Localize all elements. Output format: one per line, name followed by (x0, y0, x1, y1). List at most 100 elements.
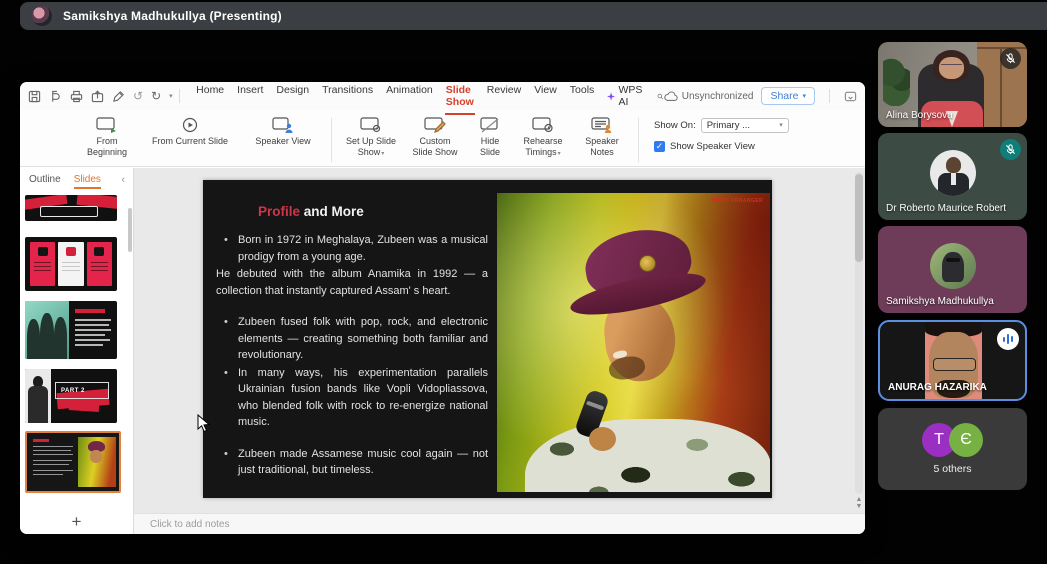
sync-status-label: Unsynchronized (682, 91, 754, 102)
participant-tile-roberto[interactable]: Dr Roberto Maurice Robert (878, 133, 1027, 220)
divider (331, 118, 332, 162)
share-label: Share (770, 90, 798, 102)
hat-badge-shape (639, 255, 656, 272)
plant-shape (883, 58, 910, 106)
notes-pane[interactable]: Click to add notes (134, 513, 865, 534)
participant-tile-others[interactable]: T Є 5 others (878, 408, 1027, 490)
add-slide-button[interactable]: + (72, 513, 82, 530)
scroll-up-icon[interactable]: ▲ (855, 496, 863, 503)
set-up-slide-show-label: Set Up Slide Show▾ (345, 136, 397, 159)
menu-slide-show[interactable]: Slide Show (445, 84, 475, 108)
participant-name: ANURAG HAZARIKA (888, 382, 987, 393)
hide-slide-label: Hide Slide (473, 136, 507, 159)
menu-view[interactable]: View (533, 84, 558, 108)
slides-panel: Outline Slides ‹ (20, 168, 134, 534)
menu-transitions[interactable]: Transitions (321, 84, 374, 108)
speaker-view-label: Speaker View (248, 136, 318, 147)
speaker-notes-label: Speaker Notes (579, 136, 625, 159)
share-button[interactable]: Share ▾ (761, 87, 815, 105)
dropdown-chevron-icon: ▾ (558, 151, 561, 157)
slide-title-rest: and More (300, 204, 364, 219)
mouse-cursor (197, 414, 210, 433)
menu-design[interactable]: Design (275, 84, 310, 108)
patterned-shirt-shape (525, 419, 770, 492)
photo-watermark: MUSIC ARRANGER (711, 198, 763, 204)
mini-photo-shape (78, 437, 116, 487)
tab-slides[interactable]: Slides (74, 174, 101, 185)
from-beginning-button[interactable]: From Beginning (82, 117, 132, 159)
slide-title-accent: Profile (258, 204, 300, 219)
wps-ai-menu[interactable]: WPS AI (607, 84, 645, 108)
menu-tools[interactable]: Tools (569, 84, 596, 108)
export-pdf-icon[interactable] (49, 90, 62, 103)
slide-thumbnail-3[interactable] (25, 301, 117, 359)
slide-thumbnail-5-current[interactable] (25, 431, 121, 493)
show-on-label: Show On: (654, 120, 696, 131)
slide-thumbnail-1[interactable] (25, 195, 117, 221)
slide-thumbnail-4[interactable]: PART 2 (25, 369, 117, 423)
hide-slide-button[interactable]: Hide Slide (473, 117, 507, 159)
redo-icon[interactable]: ↻ (151, 90, 161, 102)
speaker-view-button[interactable]: Speaker View (248, 117, 318, 147)
share-chevron-icon: ▾ (802, 93, 806, 100)
participant-tile-anurag[interactable]: ANURAG HAZARIKA (878, 320, 1027, 401)
mic-muted-icon (1000, 48, 1021, 69)
save-icon[interactable] (28, 90, 41, 103)
current-slide[interactable]: Profile and More •Born in 1972 in Meghal… (203, 180, 772, 498)
from-beginning-icon (96, 117, 118, 133)
menu-animation[interactable]: Animation (385, 84, 434, 108)
scroll-arrows[interactable]: ▲▼ (855, 496, 863, 510)
red-title-shape (75, 309, 105, 313)
undo-icon[interactable]: ↺ (133, 90, 143, 102)
show-on-value: Primary ... (707, 120, 750, 131)
share-file-icon[interactable] (91, 90, 104, 103)
tab-outline[interactable]: Outline (29, 174, 61, 185)
set-up-slide-show-button[interactable]: Set Up Slide Show▾ (345, 117, 397, 159)
participant-name: Alina Borysova (886, 110, 953, 121)
custom-slide-show-button[interactable]: Custom Slide Show (409, 117, 461, 159)
quick-access-chevron-icon[interactable]: ▾ (169, 93, 173, 100)
slide-show-ribbon: From Beginning From Current Slide Speake… (20, 110, 865, 167)
presenter-avatar (32, 6, 52, 26)
part2-label: PART 2 (61, 388, 85, 394)
bw-portrait-shape (25, 369, 51, 423)
divider (829, 89, 830, 103)
rehearse-timings-label: Rehearse Timings▾ (519, 136, 567, 159)
sync-status[interactable]: Unsynchronized (664, 91, 754, 102)
hide-slide-icon (479, 117, 501, 133)
panel-scrollbar[interactable] (128, 208, 132, 252)
sparkle-icon (607, 91, 615, 102)
panel-collapse-icon[interactable]: ‹ (121, 174, 125, 186)
show-on-dropdown[interactable]: Primary ... ▾ (701, 118, 789, 133)
avatar-letter: Є (949, 423, 983, 457)
scroll-down-icon[interactable]: ▼ (855, 503, 863, 510)
speaker-notes-button[interactable]: Speaker Notes (579, 117, 625, 159)
slide-thumbnail-2[interactable] (25, 237, 117, 291)
cloud-icon (664, 91, 678, 102)
menu-home[interactable]: Home (195, 84, 225, 108)
print-icon[interactable] (70, 90, 83, 103)
ribbon-collapse-icon[interactable] (844, 90, 857, 103)
from-beginning-label: From Beginning (82, 136, 132, 159)
presenter-bar[interactable]: Samikshya Madhukullya (Presenting) (20, 2, 1047, 30)
from-current-slide-icon (180, 117, 200, 133)
avatar (930, 150, 976, 196)
format-painter-icon[interactable] (112, 90, 125, 103)
set-up-slide-show-icon (360, 117, 382, 133)
thumbnail-list: PART 2 (20, 193, 133, 508)
presenter-name: Samikshya Madhukullya (Presenting) (63, 9, 282, 23)
bullet-item: •Zubeen made Assamese music cool again —… (216, 446, 488, 479)
show-on-group: Show On: Primary ... ▾ ✓ Show Speaker Vi… (654, 116, 789, 152)
rehearse-timings-button[interactable]: Rehearse Timings▾ (519, 117, 567, 159)
rehearse-timings-icon (532, 117, 554, 133)
wps-window: ↺ ↻ ▾ Home Insert Design Transitions Ani… (20, 82, 865, 534)
menu-review[interactable]: Review (486, 84, 522, 108)
screen: Samikshya Madhukullya (Presenting) ↺ ↻ ▾… (0, 0, 1047, 564)
canvas-scrollbar-thumb[interactable] (855, 174, 863, 262)
participant-tile-alina[interactable]: Alina Borysova (878, 42, 1027, 127)
participant-tile-samikshya[interactable]: Samikshya Madhukullya (878, 226, 1027, 313)
menu-insert[interactable]: Insert (236, 84, 264, 108)
show-speaker-view-checkbox[interactable]: ✓ (654, 141, 665, 152)
from-current-slide-button[interactable]: From Current Slide (144, 117, 236, 147)
panel-tabs: Outline Slides ‹ (20, 168, 133, 191)
